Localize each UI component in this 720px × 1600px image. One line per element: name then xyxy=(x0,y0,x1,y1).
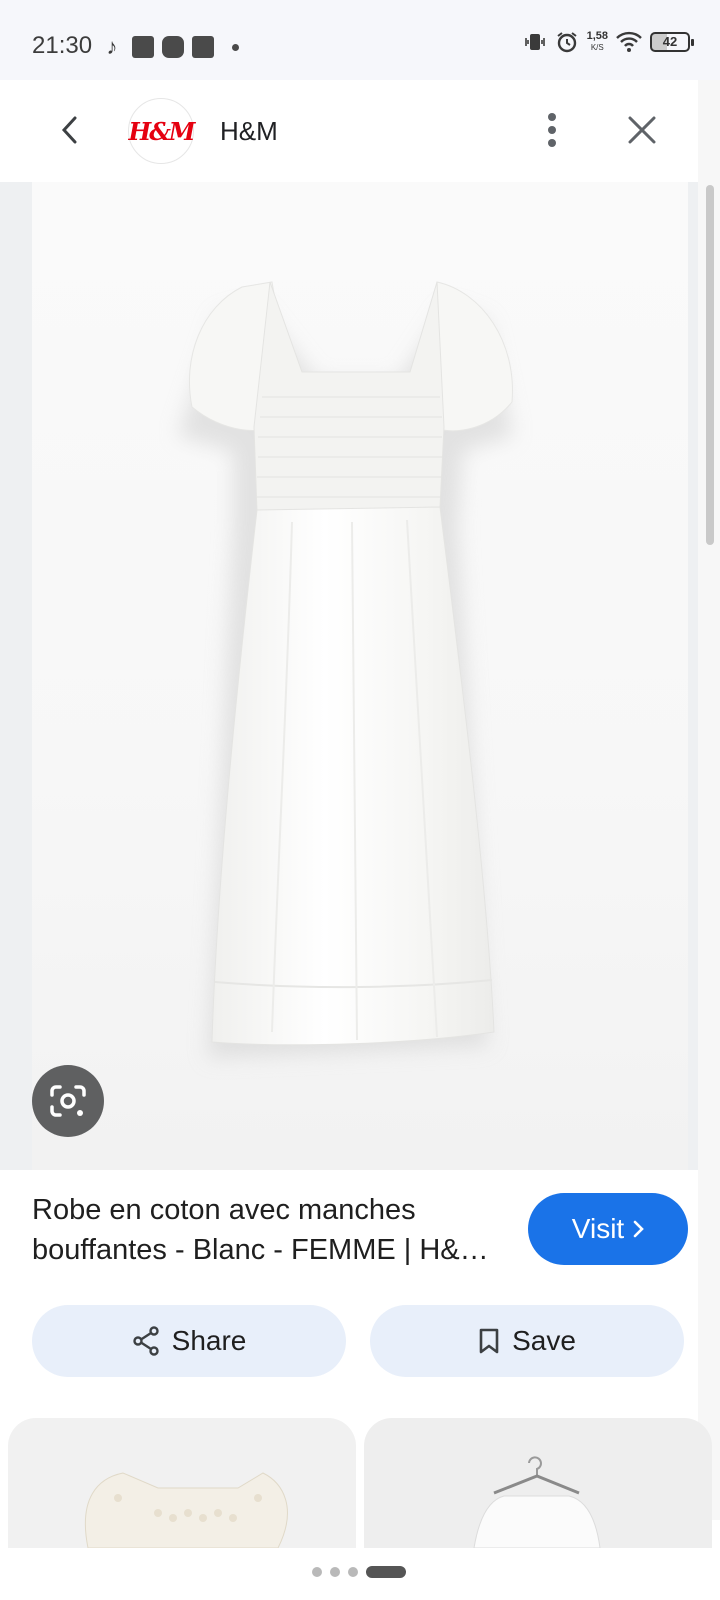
wifi-icon xyxy=(616,31,642,52)
scrollbar-thumb[interactable] xyxy=(706,185,714,545)
lens-button[interactable] xyxy=(32,1065,104,1137)
net-speed-unit: K/S xyxy=(590,43,604,52)
battery-icon: 42 xyxy=(650,32,694,52)
page-dot xyxy=(330,1567,340,1577)
net-speed: 1,58 K/S xyxy=(587,31,608,53)
alarm-icon xyxy=(556,32,577,53)
chevron-right-icon xyxy=(633,1220,645,1238)
share-button[interactable]: Share xyxy=(32,1305,346,1377)
visit-button[interactable]: Visit xyxy=(528,1193,688,1265)
logo-text: H&M xyxy=(128,116,196,146)
chevron-left-icon xyxy=(61,116,77,144)
net-speed-value: 1,58 xyxy=(586,30,608,42)
back-button[interactable] xyxy=(50,110,90,150)
notification-icon xyxy=(162,36,184,58)
page-dot xyxy=(348,1567,358,1577)
page-dot-active xyxy=(366,1566,406,1578)
save-label: Save xyxy=(512,1325,576,1356)
status-bar: 21:30 ♪ 1,58 K/S 42 xyxy=(0,0,720,80)
status-time: 21:30 xyxy=(32,32,93,59)
close-icon xyxy=(628,116,656,144)
related-image xyxy=(473,1456,601,1548)
site-logo: H&M xyxy=(128,98,196,164)
more-vert-icon xyxy=(548,113,556,147)
more-notifications-dot xyxy=(232,43,239,51)
lens-icon xyxy=(50,1085,86,1117)
product-title-row: Robe en coton avec manches bouffantes - … xyxy=(32,1190,512,1270)
page-dot xyxy=(312,1567,322,1577)
more-options-button[interactable] xyxy=(530,108,574,152)
related-result-card[interactable] xyxy=(364,1418,712,1548)
tiktok-icon: ♪ xyxy=(106,34,118,59)
notification-icon xyxy=(192,36,214,58)
site-name: H&M xyxy=(220,116,278,146)
vibrate-icon xyxy=(524,34,545,50)
related-result-card[interactable] xyxy=(8,1418,356,1548)
bookmark-icon xyxy=(479,1328,499,1354)
product-title[interactable]: Robe en coton avec manches bouffantes - … xyxy=(32,1190,512,1270)
page-indicator xyxy=(312,1566,406,1578)
save-button[interactable]: Save xyxy=(370,1305,684,1377)
share-icon xyxy=(132,1326,159,1356)
notification-icon xyxy=(132,36,154,58)
app-bar: H&M H&M xyxy=(0,80,698,182)
notification-icons: ♪ xyxy=(100,34,239,60)
related-image xyxy=(84,1472,288,1548)
system-icons: 1,58 K/S 42 xyxy=(523,30,694,54)
product-image[interactable] xyxy=(32,182,688,1170)
product-image-area xyxy=(0,182,698,1170)
share-label: Share xyxy=(171,1325,247,1356)
visit-label: Visit xyxy=(571,1213,625,1244)
close-button[interactable] xyxy=(620,108,664,152)
dress-image xyxy=(178,281,513,1058)
